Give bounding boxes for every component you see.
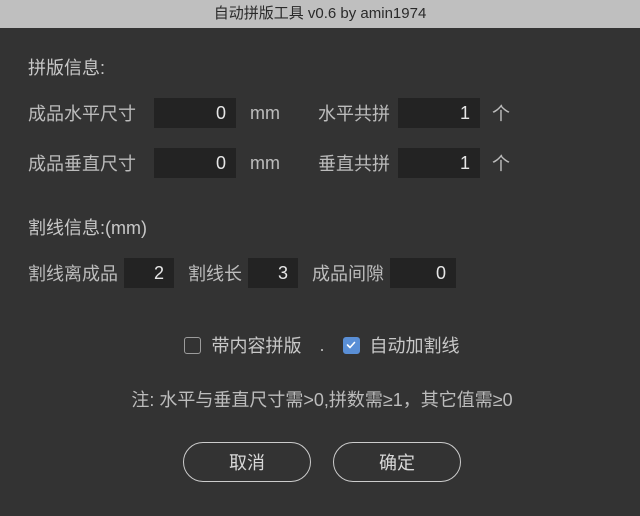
separator-dot: . bbox=[319, 335, 324, 356]
cancel-button[interactable]: 取消 bbox=[183, 442, 311, 482]
unit-piece-1: 个 bbox=[492, 100, 510, 126]
unit-mm-2: mm bbox=[250, 153, 290, 174]
row-horizontal-size: 成品水平尺寸 mm 水平共拼 个 bbox=[28, 98, 616, 128]
row-vertical-size: 成品垂直尺寸 mm 垂直共拼 个 bbox=[28, 148, 616, 178]
content-area: 拼版信息: 成品水平尺寸 mm 水平共拼 个 成品垂直尺寸 mm 垂直共拼 个 … bbox=[0, 28, 640, 502]
checkbox-row: 带内容拼版 . 自动加割线 bbox=[28, 332, 616, 358]
label-vertical-size: 成品垂直尺寸 bbox=[28, 150, 154, 176]
section2-header: 割线信息:(mm) bbox=[28, 214, 616, 240]
button-row: 取消 确定 bbox=[28, 442, 616, 482]
input-gap[interactable] bbox=[390, 258, 456, 288]
input-horizontal-count[interactable] bbox=[398, 98, 480, 128]
checkbox-with-content[interactable]: 带内容拼版 bbox=[184, 332, 301, 358]
checkbox-auto-cut[interactable]: 自动加割线 bbox=[343, 332, 460, 358]
checkbox-checked-icon bbox=[343, 337, 360, 354]
input-vertical-count[interactable] bbox=[398, 148, 480, 178]
note-text: 注: 水平与垂直尺寸需>0,拼数需≥1，其它值需≥0 bbox=[28, 386, 616, 412]
checkbox-label-auto-cut: 自动加割线 bbox=[370, 332, 460, 358]
label-horizontal-size: 成品水平尺寸 bbox=[28, 100, 154, 126]
ok-button[interactable]: 确定 bbox=[333, 442, 461, 482]
label-gap: 成品间隙 bbox=[312, 260, 384, 286]
label-horizontal-count: 水平共拼 bbox=[318, 100, 398, 126]
row-cutting-line: 割线离成品 割线长 成品间隙 bbox=[28, 258, 616, 288]
input-horizontal-size[interactable] bbox=[154, 98, 236, 128]
checkbox-icon bbox=[184, 337, 201, 354]
input-cut-distance[interactable] bbox=[124, 258, 174, 288]
unit-piece-2: 个 bbox=[492, 150, 510, 176]
input-cut-length[interactable] bbox=[248, 258, 298, 288]
unit-mm-1: mm bbox=[250, 103, 290, 124]
label-vertical-count: 垂直共拼 bbox=[318, 150, 398, 176]
section1-header: 拼版信息: bbox=[28, 54, 616, 80]
label-cut-length: 割线长 bbox=[188, 260, 242, 286]
label-cut-distance: 割线离成品 bbox=[28, 260, 118, 286]
window-title: 自动拼版工具 v0.6 by amin1974 bbox=[0, 0, 640, 28]
input-vertical-size[interactable] bbox=[154, 148, 236, 178]
checkbox-label-with-content: 带内容拼版 bbox=[211, 332, 301, 358]
